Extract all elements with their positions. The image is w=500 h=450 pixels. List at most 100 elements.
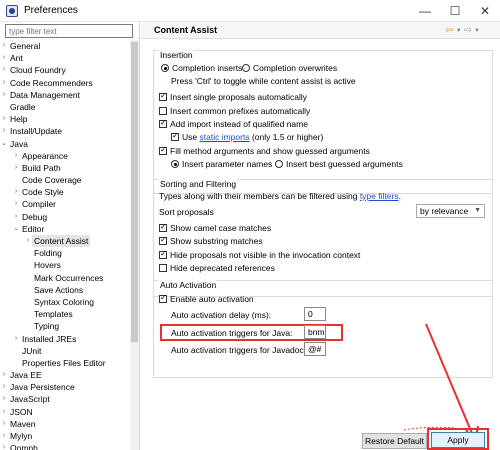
expanded-chevron-icon[interactable]: ⌄ xyxy=(0,138,8,150)
collapsed-chevron-icon[interactable]: › xyxy=(0,381,8,393)
add-import-checkbox[interactable]: Add import instead of qualified name xyxy=(159,118,308,129)
completion-overwrites-radio[interactable]: Completion overwrites xyxy=(242,63,337,73)
tree-item[interactable]: Code Coverage xyxy=(0,174,130,186)
javadoc-triggers-input[interactable]: @# xyxy=(304,342,326,356)
collapsed-chevron-icon[interactable]: › xyxy=(0,418,8,430)
tree-item[interactable]: › Code Style xyxy=(0,186,130,198)
collapsed-chevron-icon[interactable]: › xyxy=(12,150,20,162)
checkbox-checked-icon[interactable] xyxy=(159,222,167,232)
tree-item[interactable]: › Content Assist xyxy=(0,235,130,248)
tree-item[interactable]: › JSON xyxy=(0,406,130,418)
radio-icon[interactable] xyxy=(242,64,250,72)
tree-item[interactable]: Gradle xyxy=(0,101,130,113)
tree-item[interactable]: › Debug xyxy=(0,211,130,223)
expanded-chevron-icon[interactable]: ⌄ xyxy=(12,223,20,235)
collapsed-chevron-icon[interactable]: › xyxy=(12,333,20,345)
checkbox-checked-icon[interactable] xyxy=(159,118,167,128)
java-triggers-input[interactable]: bnm xyxy=(304,325,326,339)
tree-item[interactable]: Mark Occurrences xyxy=(0,272,130,284)
collapsed-chevron-icon[interactable]: › xyxy=(12,211,20,223)
type-filters-link[interactable]: type filters xyxy=(360,191,399,201)
tree-item[interactable]: › Maven xyxy=(0,418,130,430)
static-imports-link[interactable]: static imports xyxy=(200,132,250,142)
hide-not-visible-checkbox[interactable]: Hide proposals not visible in the invoca… xyxy=(159,249,360,260)
fill-method-checkbox[interactable]: Fill method arguments and show guessed a… xyxy=(159,145,370,156)
forward-dropdown-icon[interactable]: ▼ xyxy=(474,28,480,36)
tree-item[interactable]: › Java EE xyxy=(0,369,130,381)
tree-item[interactable]: › Code Recommenders xyxy=(0,77,130,89)
tree-item[interactable]: › General xyxy=(0,40,130,52)
tree-scrollbar-thumb[interactable] xyxy=(131,42,138,342)
tree-item[interactable]: › Help xyxy=(0,113,130,125)
tree-item[interactable]: › Appearance xyxy=(0,150,130,162)
tree-item[interactable]: › Build Path xyxy=(0,162,130,174)
tree-item[interactable]: › Oomph xyxy=(0,442,130,450)
apply-button[interactable]: Apply xyxy=(431,432,485,448)
tree-item[interactable]: ⌄ Java xyxy=(0,138,130,150)
insert-best-guessed-radio[interactable]: Insert best guessed arguments xyxy=(275,159,403,169)
checkbox-checked-icon[interactable] xyxy=(159,293,167,303)
collapsed-chevron-icon[interactable]: › xyxy=(24,235,32,247)
close-button[interactable]: ✕ xyxy=(470,0,500,22)
hide-deprecated-checkbox[interactable]: Hide deprecated references xyxy=(159,263,275,273)
checkbox-checked-icon[interactable] xyxy=(159,235,167,245)
tree-item[interactable]: Save Actions xyxy=(0,284,130,296)
tree-item[interactable]: Properties Files Editor xyxy=(0,357,130,369)
restore-default-button[interactable]: Restore Default xyxy=(362,433,427,449)
collapsed-chevron-icon[interactable]: › xyxy=(0,125,8,137)
checkbox-checked-icon[interactable] xyxy=(159,145,167,155)
tree-item[interactable]: › Data Management xyxy=(0,89,130,101)
maximize-button[interactable]: ☐ xyxy=(440,0,470,22)
use-static-imports-checkbox[interactable]: Use static imports (only 1.5 or higher) xyxy=(171,131,323,142)
collapsed-chevron-icon[interactable]: › xyxy=(0,113,8,125)
checkbox-checked-icon[interactable] xyxy=(159,249,167,259)
collapsed-chevron-icon[interactable]: › xyxy=(0,77,8,89)
collapsed-chevron-icon[interactable]: › xyxy=(0,393,8,405)
checkbox-checked-icon[interactable] xyxy=(171,131,179,141)
tree-item[interactable]: Templates xyxy=(0,308,130,320)
radio-icon[interactable] xyxy=(275,160,283,168)
tree-item[interactable]: › Mylyn xyxy=(0,430,130,442)
collapsed-chevron-icon[interactable]: › xyxy=(0,40,8,52)
collapsed-chevron-icon[interactable]: › xyxy=(0,89,8,101)
checkbox-icon[interactable] xyxy=(159,264,167,272)
checkbox-checked-icon[interactable] xyxy=(159,91,167,101)
tree-item[interactable]: › Ant xyxy=(0,52,130,64)
enable-auto-activation-checkbox[interactable]: Enable auto activation xyxy=(159,293,254,304)
sort-proposals-select[interactable]: by relevance ▼ xyxy=(416,204,485,218)
auto-activation-delay-input[interactable]: 0 xyxy=(304,307,326,321)
radio-selected-icon[interactable] xyxy=(161,64,169,72)
show-camel-case-checkbox[interactable]: Show camel case matches xyxy=(159,222,271,233)
minimize-button[interactable]: — xyxy=(410,0,440,22)
collapsed-chevron-icon[interactable]: › xyxy=(0,52,8,64)
tree-item[interactable]: JUnit xyxy=(0,345,130,357)
tree-item[interactable]: › Install/Update xyxy=(0,125,130,137)
tree-item[interactable]: › Installed JREs xyxy=(0,333,130,345)
collapsed-chevron-icon[interactable]: › xyxy=(12,186,20,198)
show-substring-checkbox[interactable]: Show substring matches xyxy=(159,235,263,246)
back-dropdown-icon[interactable]: ▼ xyxy=(456,28,462,36)
tree-item[interactable]: Syntax Coloring xyxy=(0,296,130,308)
collapsed-chevron-icon[interactable]: › xyxy=(0,369,8,381)
tree-item[interactable]: › Java Persistence xyxy=(0,381,130,393)
tree-item[interactable]: Folding xyxy=(0,247,130,259)
tree-item[interactable]: Typing xyxy=(0,320,130,332)
checkbox-icon[interactable] xyxy=(159,107,167,115)
radio-selected-icon[interactable] xyxy=(171,160,179,168)
back-arrow-icon[interactable]: ⇦ xyxy=(445,25,453,36)
tree-item[interactable]: › JavaScript xyxy=(0,393,130,405)
collapsed-chevron-icon[interactable]: › xyxy=(0,430,8,442)
collapsed-chevron-icon[interactable]: › xyxy=(0,442,8,450)
collapsed-chevron-icon[interactable]: › xyxy=(0,64,8,76)
collapsed-chevron-icon[interactable]: › xyxy=(12,162,20,174)
tree-item[interactable]: Hovers xyxy=(0,259,130,271)
tree-item[interactable]: › Compiler xyxy=(0,198,130,210)
insert-common-prefixes-checkbox[interactable]: Insert common prefixes automatically xyxy=(159,106,310,116)
collapsed-chevron-icon[interactable]: › xyxy=(12,198,20,210)
tree-item[interactable]: › Cloud Foundry xyxy=(0,64,130,76)
collapsed-chevron-icon[interactable]: › xyxy=(0,406,8,418)
completion-inserts-radio[interactable]: Completion inserts xyxy=(161,63,242,73)
tree-item[interactable]: ⌄ Editor xyxy=(0,223,130,235)
insert-parameter-names-radio[interactable]: Insert parameter names xyxy=(171,159,272,169)
insert-single-checkbox[interactable]: Insert single proposals automatically xyxy=(159,91,307,102)
